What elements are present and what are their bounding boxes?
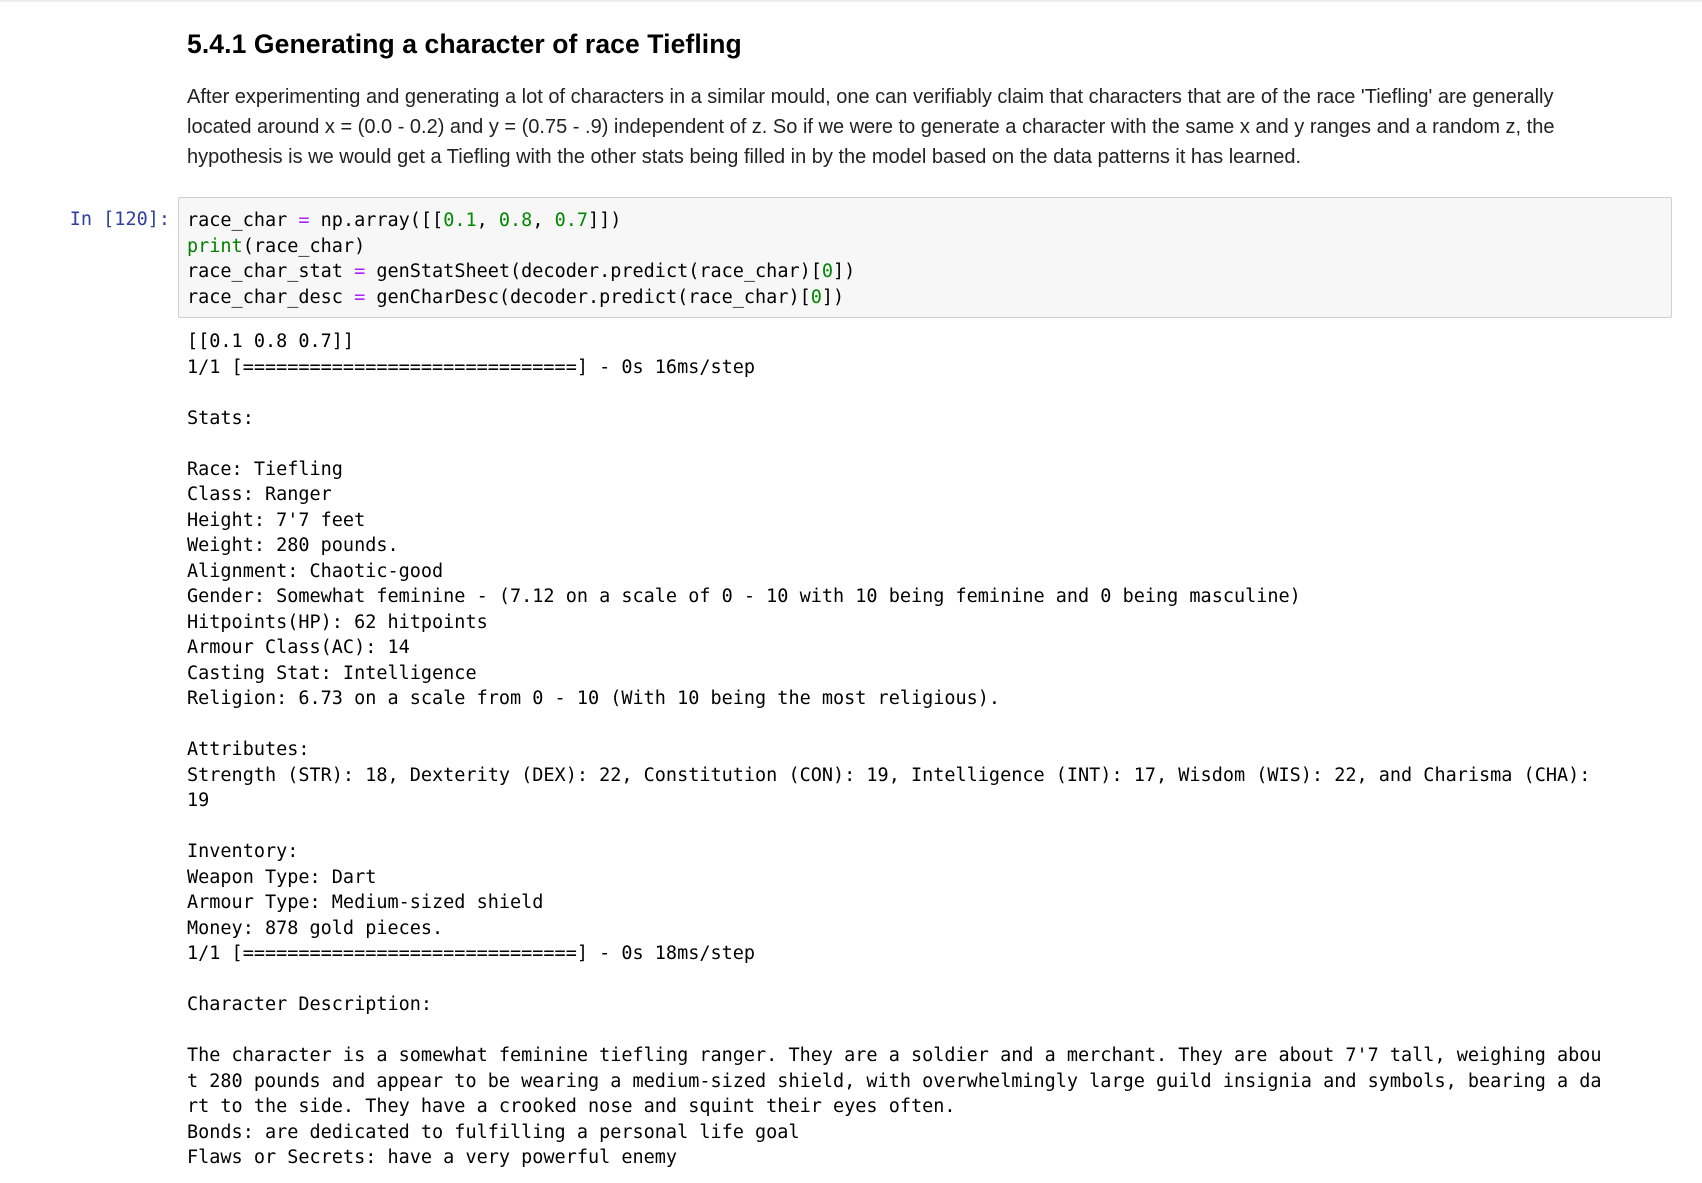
output-line: Armour Type: Medium-sized shield xyxy=(187,892,544,913)
output-line: 19 xyxy=(187,790,210,811)
output-line: Religion: 6.73 on a scale from 0 - 10 (W… xyxy=(187,688,1001,709)
code-line: race_char_desc = genCharDesc(decoder.pre… xyxy=(187,285,1671,311)
output-line: Armour Class(AC): 14 xyxy=(187,637,410,658)
output-line: Gender: Somewhat feminine - (7.12 on a s… xyxy=(187,586,1301,607)
output-line: 1/1 [==============================] - 0… xyxy=(187,356,756,378)
output-line: Weight: 280 pounds. xyxy=(187,535,399,556)
output-line: Race: Tiefling xyxy=(187,458,343,480)
output-line: Strength (STR): 18, Dexterity (DEX): 22,… xyxy=(187,764,1591,786)
code-token: = xyxy=(354,286,366,308)
code-token: ]]) xyxy=(588,210,622,231)
output-line: Character Description: xyxy=(187,994,433,1015)
markdown-cell[interactable]: 5.4.1 Generating a character of race Tie… xyxy=(187,26,1647,172)
code-token: race_char_stat xyxy=(187,261,343,282)
code-token: ]) xyxy=(833,261,856,282)
code-line: print(race_char) xyxy=(187,234,1671,260)
code-token: race_char_desc xyxy=(187,286,343,308)
code-token: np.array([[ xyxy=(309,210,444,231)
code-token: genStatSheet(decoder.predict(race_char)[ xyxy=(365,261,822,282)
code-cell-editor[interactable]: race_char = np.array([[0.1, 0.8, 0.7]]) … xyxy=(178,197,1672,318)
input-prompt: In [120]: xyxy=(69,209,170,230)
code-token: 0.8 xyxy=(498,210,533,231)
output-line: [[0.1 0.8 0.7]] xyxy=(187,331,355,352)
paragraph-line: located around x = (0.0 - 0.2) and y = (… xyxy=(187,116,1555,138)
output-line: Flaws or Secrets: have a very powerful e… xyxy=(187,1147,678,1168)
code-line: race_char = np.array([[0.1, 0.8, 0.7]]) xyxy=(187,208,1671,234)
paragraph-line: After experimenting and generating a lot… xyxy=(187,86,1554,108)
section-heading: 5.4.1 Generating a character of race Tie… xyxy=(187,29,742,59)
code-token: (race_char) xyxy=(242,235,366,257)
paragraph-line: hypothesis is we would get a Tiefling wi… xyxy=(187,146,1302,168)
output-line: Hitpoints(HP): 62 hitpoints xyxy=(187,611,488,633)
code-token: , xyxy=(476,210,499,231)
code-line: race_char_stat = genStatSheet(decoder.pr… xyxy=(187,259,1671,285)
code-token: , xyxy=(532,210,555,231)
output-line: Stats: xyxy=(187,407,254,429)
code-token: genCharDesc(decoder.predict(race_char)[ xyxy=(365,286,811,308)
output-line: Inventory: xyxy=(187,841,299,862)
output-line: Alignment: Chaotic-good xyxy=(187,560,444,582)
output-line: Weapon Type: Dart xyxy=(187,866,377,888)
section-paragraph: After experimenting and generating a lot… xyxy=(187,82,1647,172)
output-line: t 280 pounds and appear to be wearing a … xyxy=(187,1070,1602,1092)
output-line: Bonds: are dedicated to fulfilling a per… xyxy=(187,1121,800,1143)
output-line: The character is a somewhat feminine tie… xyxy=(187,1045,1602,1066)
code-token: 0.7 xyxy=(554,210,589,231)
code-token: = xyxy=(298,210,310,231)
output-line: Attributes: xyxy=(187,739,310,760)
code-token: 0 xyxy=(810,286,822,308)
code-token: ]) xyxy=(821,286,845,308)
top-divider xyxy=(0,0,1702,3)
code-token: 0 xyxy=(821,261,834,282)
output-line: rt to the side. They have a crooked nose… xyxy=(187,1096,956,1117)
cell-output: [[0.1 0.8 0.7]] 1/1 [===================… xyxy=(187,329,1667,1171)
output-line: Money: 878 gold pieces. xyxy=(187,917,444,939)
output-line: Class: Ranger xyxy=(187,484,332,505)
output-line: Casting Stat: Intelligence xyxy=(187,662,477,684)
code-token: print xyxy=(187,235,243,257)
code-token: 0.1 xyxy=(443,210,477,231)
code-token: race_char xyxy=(187,210,288,231)
code-token: = xyxy=(354,261,366,282)
output-line: Height: 7'7 feet xyxy=(187,509,366,531)
output-line: 1/1 [==============================] - 0… xyxy=(187,943,756,964)
